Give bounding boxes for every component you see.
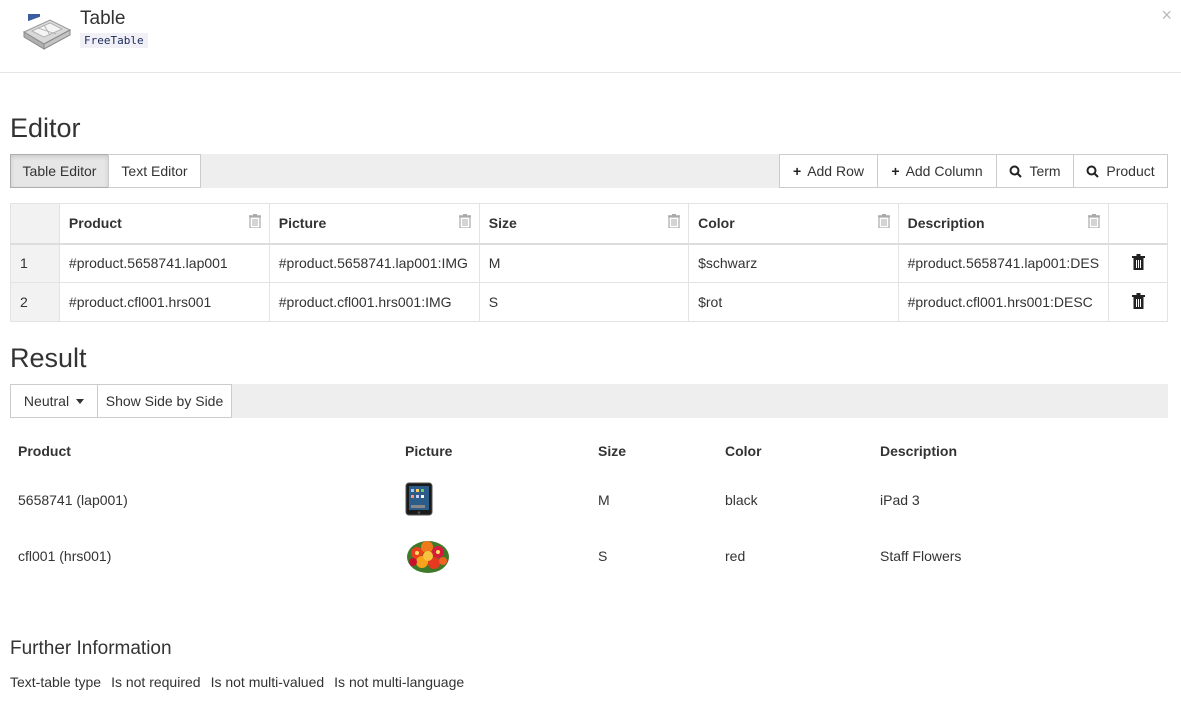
view-select-label: Neutral — [23, 393, 70, 409]
table-cell[interactable]: $rot — [688, 282, 899, 322]
ipad-image — [405, 482, 433, 515]
caret-down-icon — [76, 398, 85, 404]
result-picture — [397, 472, 590, 528]
table-cell[interactable]: #product.5658741.lap001:DES — [897, 243, 1110, 283]
further-info-heading: Further Information — [10, 638, 172, 659]
add-row-button[interactable]: + Add Row — [779, 154, 878, 188]
trash-icon[interactable] — [877, 214, 890, 228]
info-tag: Text-table type — [10, 674, 102, 690]
row-number: 2 — [10, 282, 60, 322]
dialog-title: Table — [80, 8, 126, 29]
tab-text-editor[interactable]: Text Editor — [108, 154, 201, 188]
table-cell[interactable]: #product.5658741.lap001:IMG — [268, 243, 480, 283]
table-cell[interactable]: #product.5658741.lap001 — [58, 243, 270, 283]
column-header-label: Size — [488, 215, 517, 232]
table-row: 2 #product.cfl001.hrs001 #product.cfl001… — [10, 282, 1168, 322]
result-picture — [397, 528, 590, 584]
trash-icon[interactable] — [1088, 214, 1101, 228]
table-code-badge: FreeTable — [80, 33, 148, 48]
editor-heading: Editor — [10, 113, 81, 143]
product-button[interactable]: Product — [1073, 154, 1168, 188]
trash-icon[interactable] — [1131, 253, 1145, 270]
term-button[interactable]: Term — [996, 154, 1074, 188]
column-header[interactable]: Product — [58, 203, 270, 245]
term-label: Term — [1029, 163, 1061, 179]
result-product: cfl001 (hrs001) — [18, 548, 112, 564]
table-cell[interactable]: S — [478, 282, 690, 322]
product-label: Product — [1106, 163, 1155, 179]
column-header-label: Description — [880, 443, 958, 459]
result-product: 5658741 (lap001) — [18, 492, 128, 508]
column-header-label: Size — [598, 443, 627, 459]
info-tag: Is not multi-language — [334, 674, 465, 690]
column-header[interactable]: Description — [897, 203, 1110, 245]
column-header-label: Product — [68, 215, 122, 232]
delete-row-cell — [1108, 243, 1168, 283]
info-tag: Is not multi-valued — [210, 674, 325, 690]
table-type-icon — [22, 14, 72, 50]
table-cell[interactable]: M — [478, 243, 690, 283]
result-size: S — [598, 548, 608, 564]
result-table-header: Product Picture Size Color Description — [10, 430, 1168, 472]
plus-icon: + — [891, 163, 900, 179]
result-heading: Result — [10, 343, 87, 373]
table-row: 1 #product.5658741.lap001 #product.56587… — [10, 243, 1168, 283]
result-table: Product Picture Size Color Description 5… — [10, 430, 1168, 584]
add-row-label: Add Row — [807, 163, 864, 179]
table-cell[interactable]: #product.cfl001.hrs001:DESC — [897, 282, 1110, 322]
editor-toolbar: Table Editor Text Editor + Add Row + Add… — [10, 154, 1168, 188]
result-size: M — [598, 492, 610, 508]
dialog-header: Table FreeTable × — [0, 0, 1181, 73]
plus-icon: + — [793, 163, 802, 179]
trash-icon[interactable] — [248, 214, 261, 228]
flowers-image — [407, 540, 449, 573]
result-description: iPad 3 — [880, 492, 920, 508]
add-column-label: Add Column — [905, 163, 983, 179]
row-number: 1 — [10, 243, 60, 283]
editor-table-header: Product Picture Size Color Description — [10, 203, 1168, 245]
column-header[interactable]: Color — [688, 203, 899, 245]
further-info-tags: Text-table type Is not required Is not m… — [10, 674, 464, 690]
row-number-header — [10, 203, 60, 245]
table-cell[interactable]: #product.cfl001.hrs001:IMG — [268, 282, 480, 322]
trash-icon[interactable] — [1131, 292, 1145, 309]
column-header-label: Picture — [278, 215, 327, 232]
column-header[interactable]: Picture — [268, 203, 480, 245]
tab-table-editor[interactable]: Table Editor — [10, 154, 109, 188]
actions-header — [1108, 203, 1168, 245]
column-header-label: Description — [907, 215, 985, 232]
column-header-label: Color — [725, 443, 762, 459]
delete-row-cell — [1108, 282, 1168, 322]
table-row: cfl001 (hrs001) S red Staff Flowers — [10, 528, 1168, 584]
column-header-label: Picture — [405, 443, 453, 459]
view-select-dropdown[interactable]: Neutral — [10, 384, 98, 418]
add-column-button[interactable]: + Add Column — [877, 154, 997, 188]
trash-icon[interactable] — [458, 214, 471, 228]
result-toolbar: Neutral Show Side by Side — [10, 384, 1168, 418]
info-tag: Is not required — [111, 674, 201, 690]
result-description: Staff Flowers — [880, 548, 962, 564]
column-header-label: Color — [698, 215, 735, 232]
trash-icon[interactable] — [668, 214, 681, 228]
column-header-label: Product — [18, 443, 71, 459]
search-icon — [1009, 165, 1023, 178]
table-row: 5658741 (lap001) M black iPad 3 — [10, 472, 1168, 528]
editor-table: Product Picture Size Color Description 1… — [10, 203, 1168, 322]
search-icon — [1086, 165, 1100, 178]
table-cell[interactable]: $schwarz — [688, 243, 899, 283]
table-cell[interactable]: #product.cfl001.hrs001 — [58, 282, 270, 322]
column-header[interactable]: Size — [478, 203, 690, 245]
side-by-side-button[interactable]: Show Side by Side — [97, 384, 232, 418]
result-color: red — [725, 548, 746, 564]
close-icon[interactable]: × — [1161, 5, 1172, 26]
result-color: black — [725, 492, 758, 508]
